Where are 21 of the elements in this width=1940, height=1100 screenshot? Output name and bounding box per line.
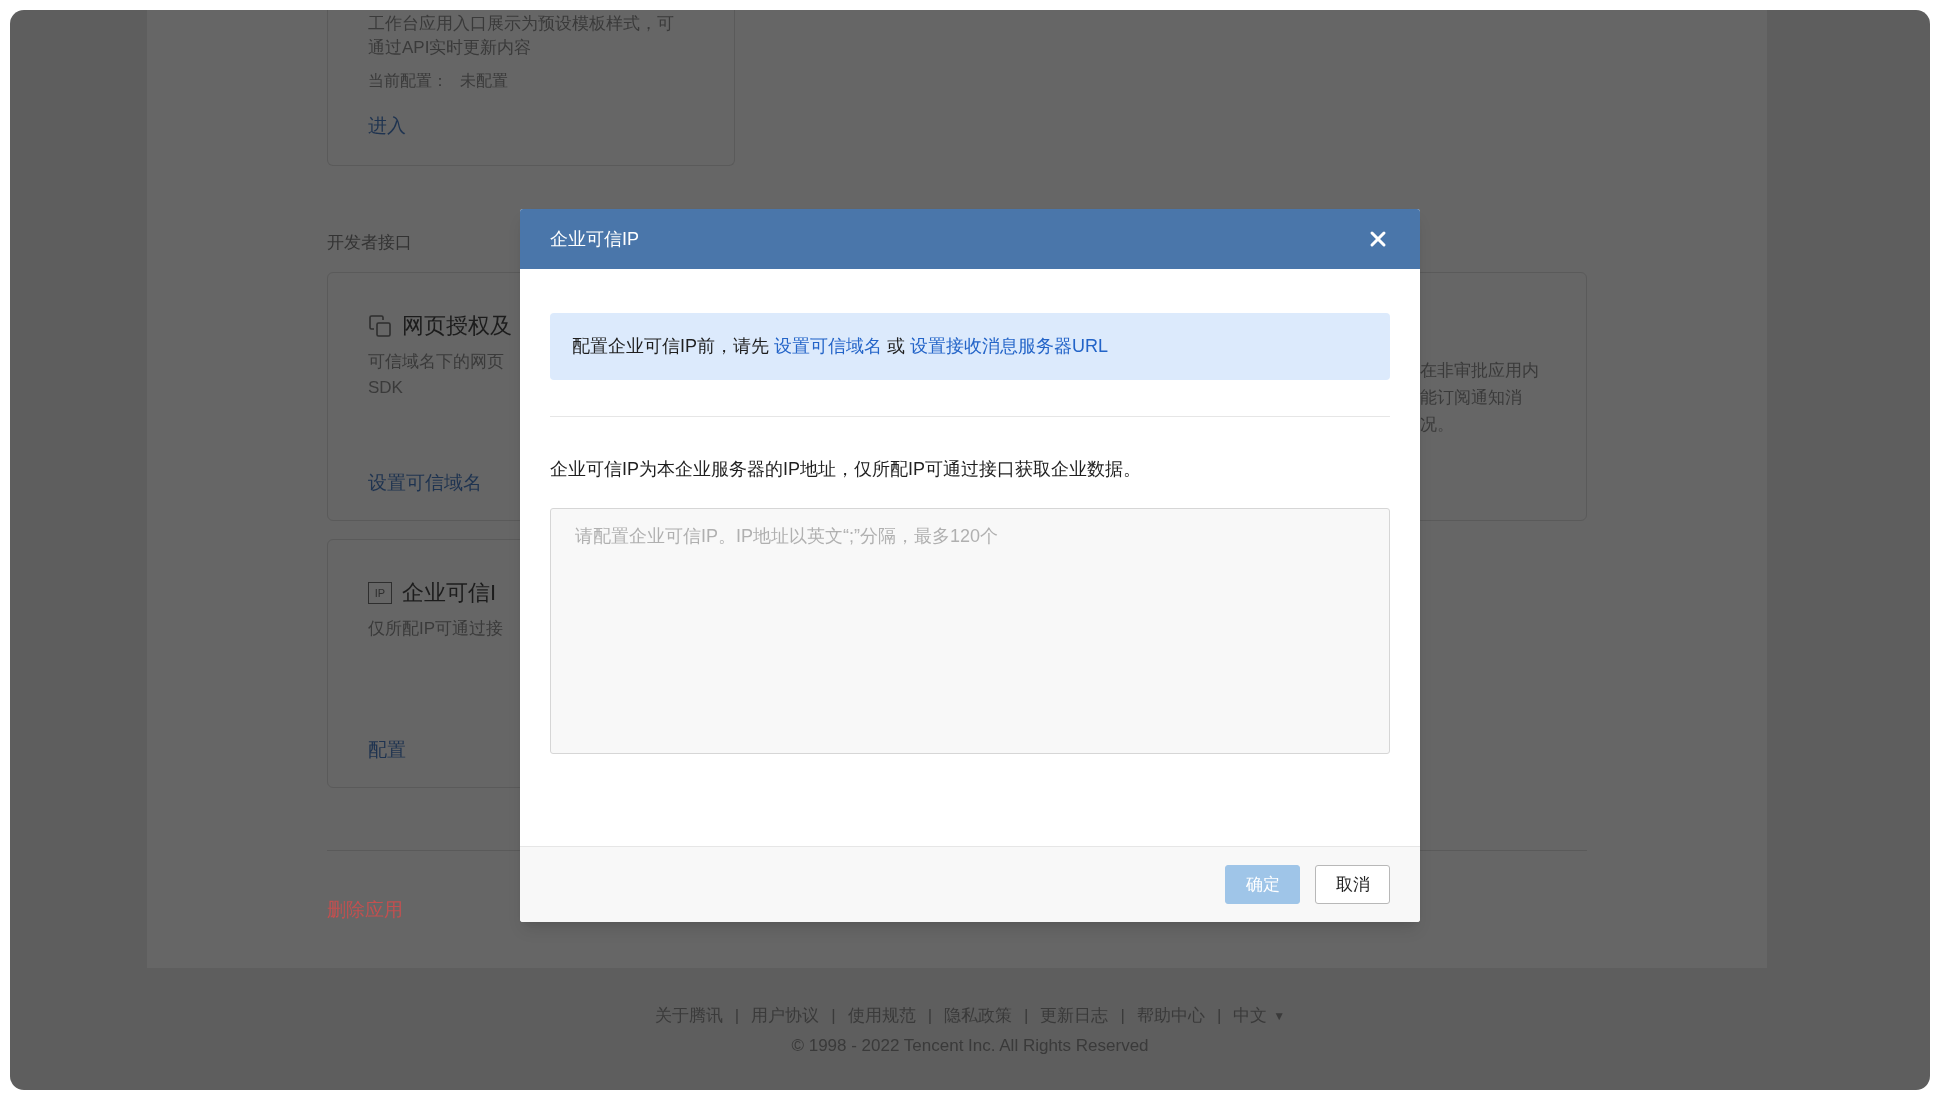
dialog-title: 企业可信IP — [550, 227, 639, 251]
footer-separator: | — [734, 1005, 740, 1027]
ip-input-field[interactable]: 请配置企业可信IP。IP地址以英文“;”分隔，最多120个 — [550, 508, 1390, 754]
footer-separator: | — [831, 1005, 836, 1027]
notice-text: 配置企业可信IP前，请先 设置可信域名 或 设置接收消息服务器URL — [572, 335, 1109, 358]
delete-app-link[interactable]: 删除应用 — [327, 897, 403, 923]
card-link[interactable]: 配置 — [368, 737, 406, 763]
ip-icon: IP — [368, 582, 392, 604]
footer-separator: | — [927, 1005, 933, 1027]
overlapping-squares-icon — [368, 314, 392, 338]
footer-separator: | — [1120, 1005, 1125, 1027]
cancel-button[interactable]: 取消 — [1315, 865, 1390, 904]
card-title: 企业可信I — [402, 579, 497, 607]
card-link[interactable]: 设置可信域名 — [368, 470, 482, 496]
dialog-description: 企业可信IP为本企业服务器的IP地址，仅所配IP可通过接口获取企业数据。 — [550, 458, 1143, 481]
footer-separator: | — [1216, 1005, 1222, 1027]
notice-link[interactable]: 设置接收消息服务器URL — [910, 336, 1109, 356]
footer-separator: | — [1024, 1005, 1029, 1027]
notice-link[interactable]: 设置可信域名 — [774, 336, 883, 356]
card-title: 网页授权及 — [402, 312, 512, 340]
enter-link[interactable]: 进入 — [368, 114, 406, 138]
